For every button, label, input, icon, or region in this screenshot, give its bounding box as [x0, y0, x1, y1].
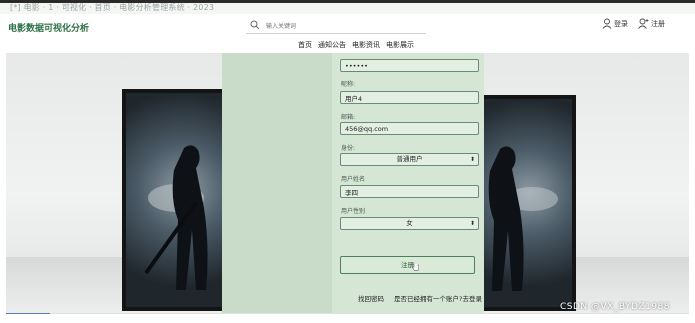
main-nav: 首页 通知公告 电影资讯 电影展示 [298, 40, 414, 50]
register-submit-button[interactable]: 注册 [340, 256, 475, 274]
csdn-watermark: CSDN @VX_BYDZ1988 [560, 302, 671, 312]
dropdown-arrow-icon: ⬍ [469, 156, 475, 163]
identity-value: 普通用户 [396, 155, 423, 163]
movie-poster-right [472, 95, 576, 311]
forgot-password-link[interactable]: 找回密码 [358, 293, 384, 303]
gender-value: 女 [406, 219, 413, 227]
nickname-field[interactable] [340, 91, 479, 104]
site-header: 电影数据可视化分析 登录 注册 首页 通知公告 电影资讯 电影展示 [0, 14, 695, 52]
nav-home[interactable]: 首页 [298, 40, 312, 50]
browser-strip: [*] 电影 · 1 · 可视化 · 首页 · 电影分析管理系统 · 2023 [0, 0, 695, 15]
identity-select[interactable]: 普通用户 ⬍ [340, 153, 479, 166]
movie-poster-left [122, 89, 234, 311]
register-link[interactable]: 注册 [638, 18, 665, 29]
login-label: 登录 [614, 19, 628, 28]
user-icon [602, 18, 612, 29]
register-label: 注册 [651, 19, 665, 28]
form-backdrop-left [222, 53, 332, 313]
email-field[interactable] [340, 122, 479, 135]
dropdown-arrow-icon: ⬍ [469, 220, 475, 227]
identity-label: 身份: [341, 145, 356, 152]
go-login-link[interactable]: 是否已经拥有一个账户?去登录 [394, 293, 482, 303]
search-input[interactable] [264, 19, 428, 33]
nav-movies[interactable]: 电影展示 [386, 40, 414, 50]
user-plus-icon [638, 18, 649, 29]
soldier-figure-icon [488, 146, 558, 291]
gender-label: 用户性别 [341, 208, 366, 215]
email-label: 邮箱: [341, 114, 356, 121]
search-bar[interactable] [246, 19, 428, 34]
login-link[interactable]: 登录 [602, 18, 628, 29]
realname-label: 用户姓名 [341, 176, 366, 183]
cursor-hand-icon [412, 262, 419, 271]
site-title[interactable]: 电影数据可视化分析 [8, 21, 89, 34]
soldier-figure-icon [144, 145, 208, 290]
nickname-label: 昵称: [341, 81, 356, 88]
nav-notice[interactable]: 通知公告 [318, 40, 346, 50]
browser-strip-text: [*] 电影 · 1 · 可视化 · 首页 · 电影分析管理系统 · 2023 [10, 3, 215, 12]
nav-news[interactable]: 电影资讯 [352, 40, 380, 50]
realname-field[interactable] [340, 185, 479, 198]
search-icon[interactable] [249, 19, 261, 31]
gender-select[interactable]: 女 ⬍ [340, 217, 479, 230]
password-field[interactable] [340, 59, 479, 72]
